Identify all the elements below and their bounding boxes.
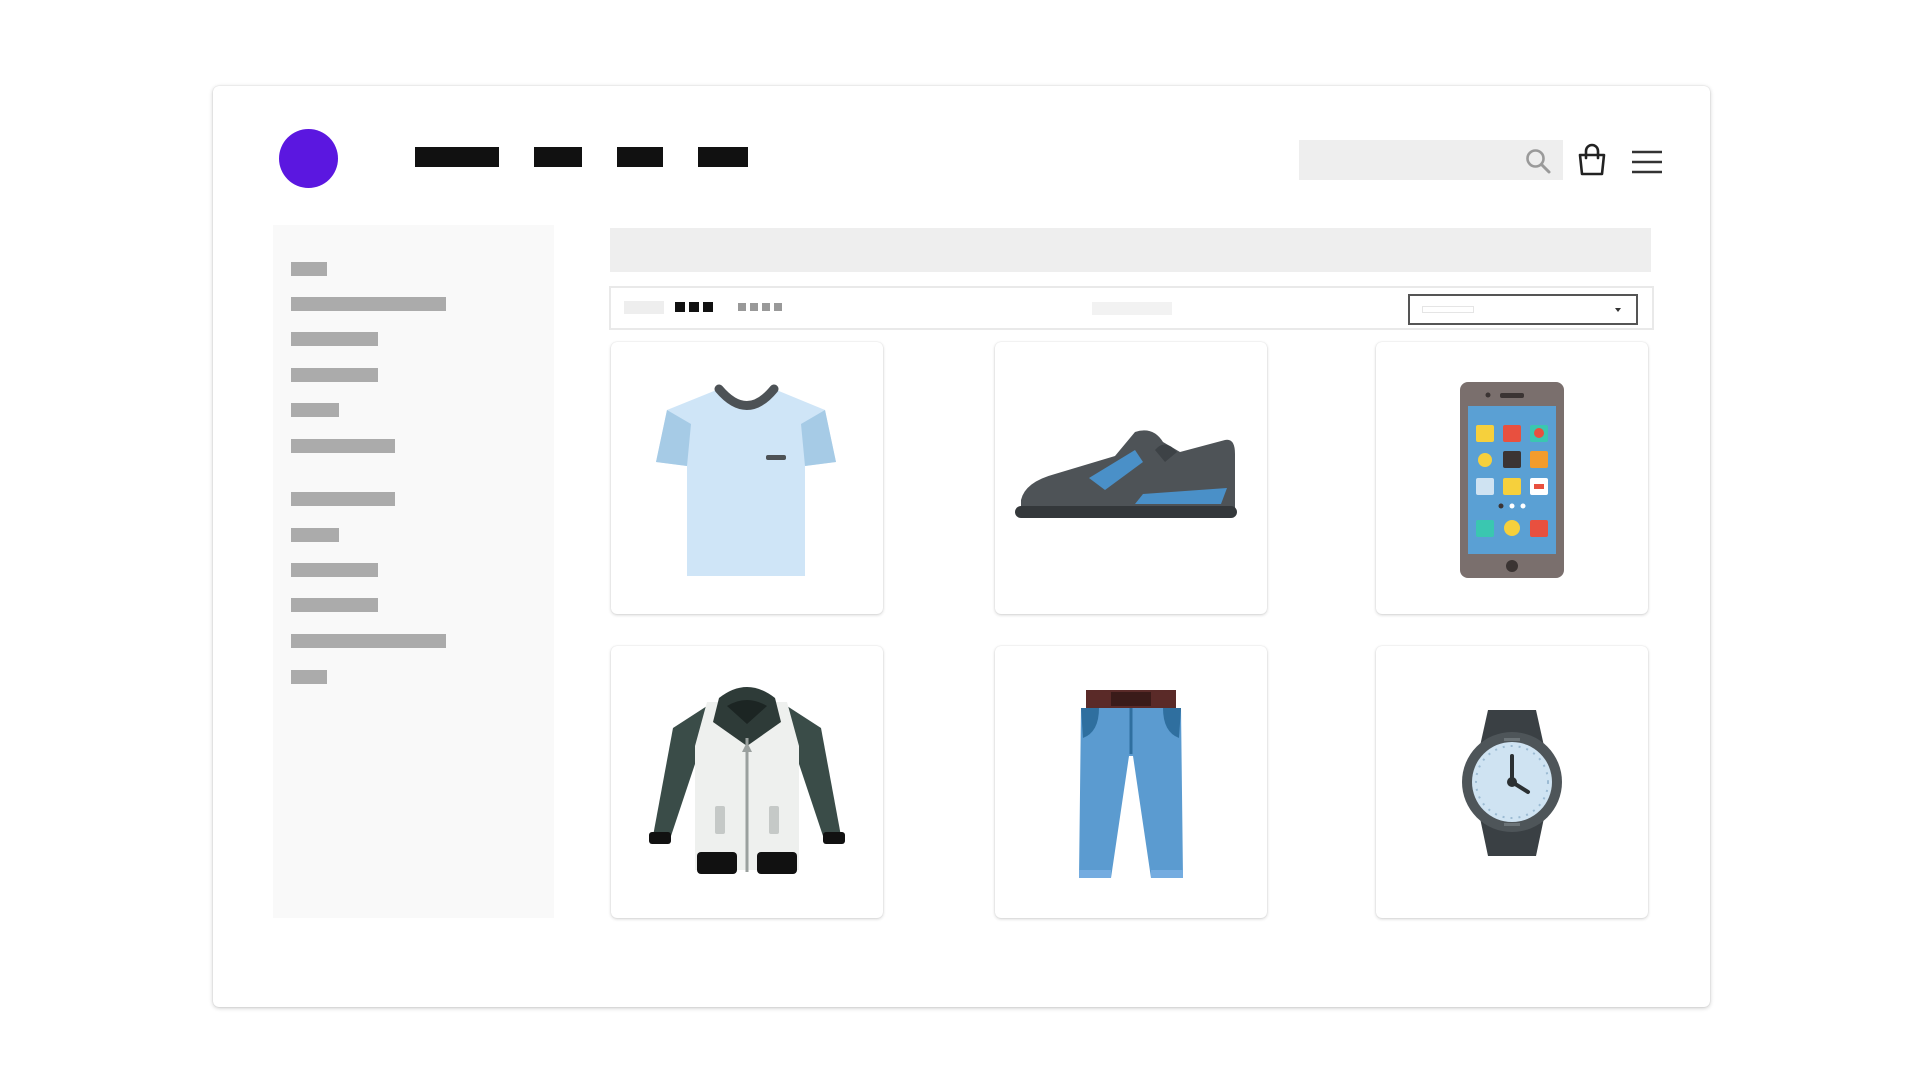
brand-logo[interactable] [279, 129, 338, 188]
wristwatch-icon [1462, 710, 1562, 856]
product-card[interactable] [611, 342, 883, 614]
filter-item[interactable] [291, 598, 378, 612]
three-column-view-toggle[interactable] [675, 302, 713, 312]
sort-dropdown[interactable] [1408, 294, 1638, 325]
smartphone-icon [1460, 382, 1564, 578]
nav-link-3[interactable] [617, 147, 663, 167]
filter-item[interactable] [291, 262, 327, 276]
filter-item[interactable] [291, 634, 446, 648]
filter-item[interactable] [291, 492, 395, 506]
nav-link-4[interactable] [698, 147, 748, 167]
product-card[interactable] [611, 646, 883, 918]
sort-dropdown-value [1422, 306, 1474, 313]
four-column-view-toggle[interactable] [738, 303, 782, 311]
sneaker-icon [1015, 430, 1237, 518]
filter-item[interactable] [291, 403, 339, 417]
product-card[interactable] [1376, 646, 1648, 918]
product-card[interactable] [1376, 342, 1648, 614]
filter-item[interactable] [291, 368, 378, 382]
hamburger-menu-icon[interactable] [1630, 148, 1664, 176]
bomber-jacket-icon [649, 687, 845, 874]
filter-item[interactable] [291, 528, 339, 542]
search-icon[interactable] [1524, 147, 1552, 175]
filter-item[interactable] [291, 297, 446, 311]
jeans-icon [1079, 690, 1183, 878]
results-count [1092, 302, 1172, 315]
grid-view-toggle[interactable] [624, 301, 664, 314]
shopping-bag-icon[interactable] [1575, 143, 1609, 177]
page-banner [610, 228, 1651, 272]
filter-item[interactable] [291, 563, 378, 577]
filter-item[interactable] [291, 670, 327, 684]
product-card[interactable] [995, 646, 1267, 918]
nav-link-1[interactable] [415, 147, 499, 167]
nav-link-2[interactable] [534, 147, 582, 167]
t-shirt-icon [656, 384, 836, 576]
filter-item[interactable] [291, 439, 395, 453]
chevron-down-icon [1615, 308, 1621, 312]
filter-item[interactable] [291, 332, 378, 346]
product-card[interactable] [995, 342, 1267, 614]
